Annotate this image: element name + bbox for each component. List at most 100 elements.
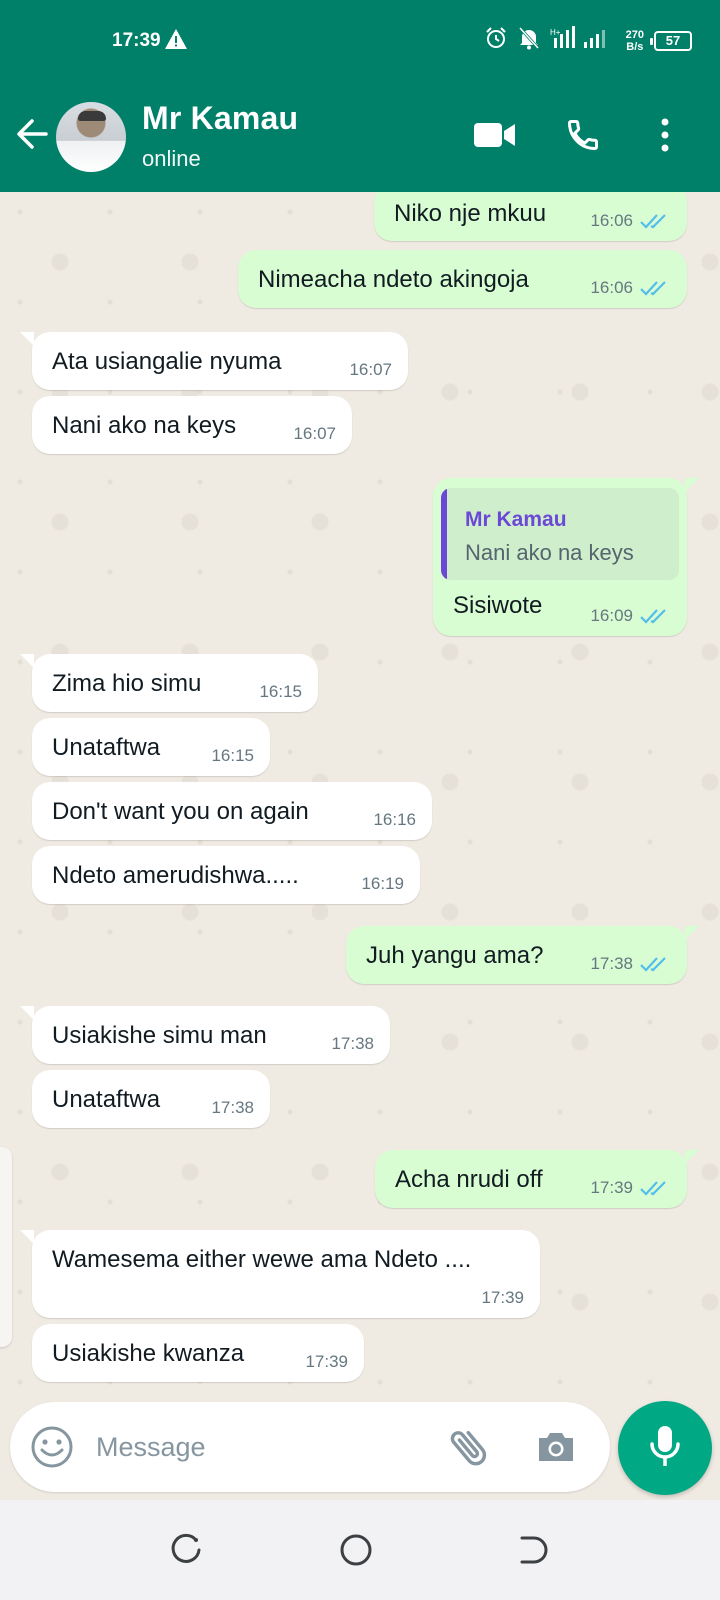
message-meta: 16:07 <box>349 360 392 380</box>
phone-icon[interactable] <box>558 110 608 160</box>
svg-text:H+: H+ <box>550 28 561 37</box>
status-icons: H+ 270 B/s 57 <box>484 26 692 55</box>
message-bubble-outgoing[interactable]: Acha nrudi off 17:39 <box>375 1150 699 1208</box>
message-time: 16:06 <box>590 211 633 230</box>
net-speed: 270 B/s <box>626 29 644 53</box>
net-speed-unit: B/s <box>626 40 644 53</box>
message-time: 17:39 <box>590 1178 633 1197</box>
status-bar: 17:39 H+ 270 B/s 57 <box>0 0 720 80</box>
message-bubble-incoming[interactable]: Ndeto amerudishwa..... 16:19 <box>32 846 420 904</box>
status-time: 17:39 <box>112 30 161 51</box>
message-bubble-incoming[interactable]: Unataftwa 17:38 <box>32 1070 270 1128</box>
message-text: Niko nje mkuu <box>394 200 547 227</box>
reply-quote-name: Mr Kamau <box>465 508 567 531</box>
message-time: 16:06 <box>590 278 633 297</box>
message-time: 17:39 <box>305 1352 348 1371</box>
signal-icon: H+ <box>550 26 616 55</box>
emoji-icon[interactable] <box>30 1425 74 1469</box>
message-time: 16:07 <box>349 360 392 379</box>
message-input-bar <box>10 1402 610 1492</box>
message-meta: 16:15 <box>259 682 302 702</box>
battery-icon: 57 <box>650 30 692 51</box>
message-time: 16:09 <box>590 606 633 625</box>
message-text: Nani ako na keys <box>52 412 237 439</box>
message-text: Wamesema either wewe ama Ndeto .... <box>52 1246 472 1273</box>
avatar[interactable] <box>56 102 126 172</box>
message-bubble-outgoing[interactable]: Niko nje mkuu 16:06 <box>374 192 687 241</box>
message-meta: 16:19 <box>361 874 404 894</box>
message-text: Juh yangu ama? <box>366 942 544 969</box>
contact-status: online <box>142 146 201 171</box>
side-panel-handle[interactable] <box>0 1147 12 1347</box>
message-meta: 16:07 <box>293 424 336 444</box>
mic-icon <box>648 1424 682 1473</box>
battery-level: 57 <box>665 32 681 48</box>
message-bubble-incoming[interactable]: Don't want you on again 16:16 <box>32 782 432 840</box>
chat-area[interactable]: Niko nje mkuu 16:06 Nimeacha ndeto aking… <box>0 192 720 1400</box>
top-bar: 17:39 H+ 270 B/s 57 Mr Kamau online <box>0 0 720 192</box>
message-text: Usiakishe simu man <box>52 1022 267 1049</box>
message-bubble-incoming[interactable]: Zima hio simu 16:15 <box>20 654 318 712</box>
net-speed-value: 270 <box>625 28 644 41</box>
message-time: 16:15 <box>259 682 302 701</box>
message-time: 16:16 <box>373 810 416 829</box>
warning-icon <box>164 28 188 55</box>
message-text: Ndeto amerudishwa..... <box>52 862 299 889</box>
read-ticks-icon <box>640 214 666 229</box>
recents-icon[interactable] <box>168 1532 208 1572</box>
read-ticks-icon <box>640 1181 666 1196</box>
message-input[interactable] <box>96 1422 426 1472</box>
message-time: 17:38 <box>211 1098 254 1117</box>
video-call-icon[interactable] <box>470 110 520 160</box>
message-time: 17:38 <box>590 954 633 973</box>
reply-quote[interactable]: Mr Kamau Nani ako na keys <box>441 488 679 580</box>
mic-button[interactable] <box>618 1401 712 1495</box>
message-time: 16:07 <box>293 424 336 443</box>
message-bubble-outgoing-reply[interactable]: Mr Kamau Nani ako na keys Sisiwote 16:09 <box>433 478 699 636</box>
read-ticks-icon <box>640 609 666 624</box>
message-meta: 17:39 <box>590 1178 671 1198</box>
message-meta: 16:06 <box>590 278 671 298</box>
reply-quote-text: Nani ako na keys <box>465 540 634 565</box>
message-time: 17:39 <box>481 1288 524 1307</box>
back-arrow-icon[interactable] <box>14 116 50 152</box>
camera-icon[interactable] <box>534 1425 578 1469</box>
message-meta: 17:39 <box>305 1352 348 1372</box>
message-text: Nimeacha ndeto akingoja <box>258 266 529 293</box>
message-text: Zima hio simu <box>52 670 202 697</box>
message-bubble-incoming[interactable]: Wamesema either wewe ama Ndeto .... 17:3… <box>20 1230 540 1318</box>
message-text: Usiakishe kwanza <box>52 1340 245 1367</box>
message-time: 16:19 <box>361 874 404 893</box>
message-meta: 16:06 <box>590 211 671 231</box>
message-bubble-incoming[interactable]: Nani ako na keys 16:07 <box>32 396 352 454</box>
alarm-icon <box>484 26 508 55</box>
contact-name[interactable]: Mr Kamau <box>142 100 298 137</box>
attach-icon[interactable] <box>446 1424 492 1470</box>
system-nav-bar <box>0 1500 720 1600</box>
message-text: Acha nrudi off <box>395 1166 543 1193</box>
message-meta: 16:09 <box>590 606 671 626</box>
home-icon[interactable] <box>338 1532 378 1572</box>
message-bubble-outgoing[interactable]: Juh yangu ama? 17:38 <box>346 926 699 984</box>
message-meta: 16:15 <box>211 746 254 766</box>
message-bubble-incoming[interactable]: Usiakishe kwanza 17:39 <box>32 1324 364 1382</box>
message-text: Unataftwa <box>52 734 161 761</box>
message-time: 16:15 <box>211 746 254 765</box>
read-ticks-icon <box>640 281 666 296</box>
message-meta: 17:38 <box>331 1034 374 1054</box>
chat-header: Mr Kamau online <box>0 80 720 192</box>
more-vert-icon[interactable] <box>650 110 680 160</box>
message-bubble-incoming[interactable]: Unataftwa 16:15 <box>32 718 270 776</box>
message-bubble-incoming[interactable]: Ata usiangalie nyuma 16:07 <box>20 332 408 390</box>
bell-off-icon <box>518 26 540 55</box>
reply-quote-bar <box>441 488 447 580</box>
message-bubble-outgoing[interactable]: Nimeacha ndeto akingoja 16:06 <box>238 250 687 308</box>
message-time: 17:38 <box>331 1034 374 1053</box>
message-meta: 16:16 <box>373 810 416 830</box>
message-text: Unataftwa <box>52 1086 161 1113</box>
back-icon[interactable] <box>516 1532 556 1572</box>
message-text: Ata usiangalie nyuma <box>52 348 282 375</box>
message-meta: 17:39 <box>481 1288 524 1308</box>
message-bubble-incoming[interactable]: Usiakishe simu man 17:38 <box>20 1006 390 1064</box>
message-meta: 17:38 <box>590 954 671 974</box>
